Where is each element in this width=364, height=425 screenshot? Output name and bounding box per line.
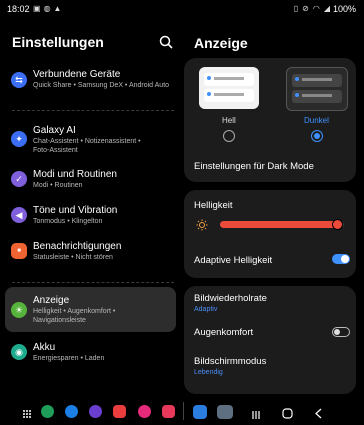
sun-icon [196, 219, 208, 231]
refresh-rate-label: Bildwiederholrate [194, 293, 267, 304]
item-title: Akku [33, 342, 56, 353]
refresh-rate-row[interactable]: Bildwiederholrate Adaptiv [184, 286, 356, 320]
settings-item-sounds-vibration[interactable]: ◀ Töne und Vibration Tonmodus • Klingelt… [0, 203, 180, 243]
page-title: Einstellungen [12, 34, 104, 50]
dark-theme-label: Dunkel [304, 116, 329, 125]
adaptive-brightness-toggle[interactable] [332, 254, 350, 264]
light-theme-preview[interactable] [199, 67, 259, 109]
brightness-slider-handle[interactable] [331, 219, 343, 230]
location-icon: ◍ [43, 4, 51, 13]
dark-theme-radio[interactable] [311, 130, 323, 142]
modes-routines-icon: ✓ [11, 171, 27, 187]
item-subtitle: Energiesparen • Laden [33, 355, 105, 362]
messages-app-icon[interactable] [65, 405, 78, 418]
benchmark-app-icon[interactable] [193, 405, 207, 419]
settings-item-modes-routines[interactable]: ✓ Modi und Routinen Modi • Routinen [0, 167, 180, 207]
wifi-icon: ◠ [312, 4, 320, 13]
sound-icon: ◀ [11, 207, 27, 223]
eye-comfort-row[interactable]: Augenkomfort [184, 322, 356, 342]
vibrate-icon: ▯ [293, 4, 299, 13]
item-title: Benachrichtigungen [33, 241, 122, 252]
status-notification-icons: ▣ ◍ ▲ [33, 4, 61, 13]
display-options-card: Bildwiederholrate Adaptiv Augenkomfort B… [184, 286, 356, 394]
screen-mode-value: Lebendig [194, 369, 223, 376]
adaptive-brightness-label: Adaptive Helligkeit [194, 255, 273, 266]
settings-item-display[interactable]: ☀ Anzeige Helligkeit • Augenkomfort • Na… [0, 293, 180, 333]
eye-comfort-toggle[interactable] [332, 327, 350, 337]
item-subtitle-line2: Navigationsleiste [33, 317, 86, 324]
phone-app-icon[interactable] [41, 405, 54, 418]
item-subtitle: Statusleiste • Nicht stören [33, 254, 113, 261]
item-subtitle-line2: Foto-Assistent [33, 147, 78, 154]
item-subtitle: Helligkeit • Augenkomfort • [33, 308, 116, 315]
notifications-icon: ■ [11, 243, 27, 259]
settings-item-galaxy-ai[interactable]: ✦ Galaxy AI Chat-Assistent • Notizenassi… [0, 122, 180, 162]
divider [12, 282, 174, 284]
brightness-label: Helligkeit [194, 200, 233, 211]
detail-title: Anzeige [194, 35, 248, 51]
camera-app-icon[interactable] [162, 405, 175, 418]
theme-card: Hell Dunkel Einstellungen für Dark Mode [184, 58, 356, 182]
item-title: Verbundene Geräte [33, 69, 121, 80]
item-title: Galaxy AI [33, 125, 76, 136]
settings-item-notifications[interactable]: ■ Benachrichtigungen Statusleiste • Nich… [0, 239, 180, 279]
galaxy-app-icon[interactable] [89, 405, 102, 418]
divider [12, 110, 174, 112]
connected-devices-icon: ⇆ [11, 72, 27, 88]
signal-icon: ◢ [323, 4, 330, 13]
status-system-icons: ▯ ⊘ ◠ ◢ [294, 4, 330, 13]
gfx-app-icon[interactable] [217, 405, 233, 419]
item-title: Anzeige [33, 295, 70, 306]
dark-mode-settings-link[interactable]: Einstellungen für Dark Mode [194, 161, 314, 172]
galaxy-ai-icon: ✦ [11, 131, 27, 147]
brightness-card: Helligkeit Adaptive Helligkeit [184, 190, 356, 278]
refresh-rate-value: Adaptiv [194, 306, 218, 313]
item-title: Modi und Routinen [33, 169, 117, 180]
item-title: Töne und Vibration [33, 205, 118, 216]
display-icon: ☀ [11, 302, 27, 318]
brightness-slider-track[interactable] [220, 219, 344, 230]
settings-item-connected-devices[interactable]: ⇆ Verbundene Geräte Quick Share • Samsun… [0, 66, 180, 106]
back-button[interactable] [314, 406, 324, 419]
light-theme-label: Hell [222, 116, 236, 125]
brightness-slider-fill [220, 221, 338, 228]
gallery-app-icon[interactable] [138, 405, 151, 418]
person-icon: ▲ [53, 4, 62, 13]
taskbar-divider [183, 402, 184, 420]
app-drawer-icon[interactable] [22, 406, 32, 418]
eye-comfort-label: Augenkomfort [194, 327, 254, 338]
screen-mode-row[interactable]: Bildschirmmodus Lebendig [184, 352, 356, 384]
settings-item-battery[interactable]: ◉ Akku Energiesparen • Laden [0, 340, 180, 380]
recents-button[interactable] [251, 407, 261, 419]
status-bar: 18:02 ▣ ◍ ▲ ▯ ⊘ ◠ ◢ 100% [0, 0, 364, 20]
taskbar [0, 398, 364, 424]
item-subtitle: Quick Share • Samsung DeX • Android Auto [33, 82, 170, 89]
item-subtitle: Chat-Assistent • Notizenassistent • [33, 138, 141, 145]
mute-icon: ⊘ [302, 4, 309, 13]
red-app-icon[interactable] [113, 405, 126, 418]
light-theme-radio[interactable] [223, 130, 235, 142]
screen-mode-label: Bildschirmmodus [194, 356, 267, 367]
item-subtitle: Tonmodus • Klingelton [33, 218, 103, 225]
search-icon[interactable] [158, 34, 174, 50]
status-battery: 100% [332, 4, 356, 14]
image-icon: ▣ [33, 4, 41, 13]
item-subtitle: Modi • Routinen [33, 182, 83, 189]
dark-theme-preview[interactable] [286, 67, 348, 111]
status-time: 18:02 [7, 4, 30, 14]
battery-icon: ◉ [11, 344, 27, 360]
home-button[interactable] [282, 406, 293, 419]
